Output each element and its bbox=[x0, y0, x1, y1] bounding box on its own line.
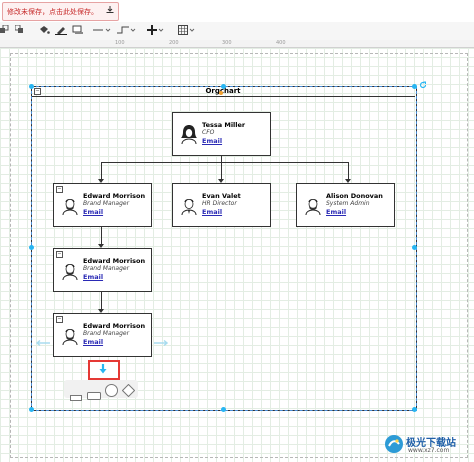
resize-handle[interactable] bbox=[221, 407, 226, 412]
top-bar: 修改未保存，点击此处保存。 bbox=[0, 0, 474, 22]
male-avatar-icon bbox=[305, 199, 321, 216]
male-avatar-icon bbox=[62, 264, 78, 281]
card-name: Edward Morrison bbox=[83, 257, 146, 265]
download-icon[interactable] bbox=[106, 3, 114, 20]
card-role: Brand Manager bbox=[83, 330, 130, 337]
rotate-icon[interactable] bbox=[419, 74, 427, 89]
card-role: HR Director bbox=[202, 200, 237, 207]
ruler-tick: 300 bbox=[222, 40, 232, 46]
watermark-url: www.xz7.com bbox=[408, 447, 450, 454]
card-name: Evan Valet bbox=[202, 192, 241, 200]
insert-icon[interactable] bbox=[147, 25, 165, 37]
card-email-link[interactable]: Email bbox=[202, 208, 222, 216]
rounded-rectangle-icon[interactable] bbox=[87, 385, 101, 400]
card-name: Alison Donovan bbox=[326, 192, 383, 200]
card-role: Brand Manager bbox=[83, 265, 130, 272]
ruler-tick: 400 bbox=[276, 40, 286, 46]
site-watermark: 极光下载站 www.xz7.com bbox=[384, 432, 472, 458]
unsaved-notice-text: 修改未保存，点击此处保存。 bbox=[7, 8, 98, 16]
left-arrow-hint-icon[interactable] bbox=[35, 331, 50, 347]
card-email-link[interactable]: Email bbox=[83, 338, 103, 346]
male-avatar-icon bbox=[181, 199, 197, 216]
line-color-icon[interactable] bbox=[55, 25, 67, 37]
brand-logo-icon bbox=[385, 435, 403, 453]
quick-shape-picker bbox=[64, 380, 138, 401]
collapse-toggle[interactable]: − bbox=[56, 186, 63, 193]
org-card-edward-morrison-2[interactable]: − Edward Morrison Brand Manager Email bbox=[53, 248, 152, 292]
diamond-icon[interactable] bbox=[121, 382, 136, 398]
card-email-link[interactable]: Email bbox=[83, 273, 103, 281]
connection-icon[interactable] bbox=[93, 25, 111, 37]
card-role: Brand Manager bbox=[83, 200, 130, 207]
resize-handle[interactable] bbox=[221, 84, 226, 89]
org-card-alison-donovan[interactable]: Alison Donovan System Admin Email bbox=[296, 183, 395, 227]
add-child-arrow-button[interactable] bbox=[88, 360, 120, 380]
resize-handle[interactable] bbox=[29, 245, 34, 250]
female-avatar-icon bbox=[181, 125, 197, 145]
ruler-tick: 200 bbox=[169, 40, 179, 46]
connector[interactable] bbox=[221, 162, 222, 179]
collapse-toggle[interactable]: − bbox=[56, 316, 63, 323]
org-card-tessa-miller[interactable]: Tessa Miller CFO Email bbox=[172, 112, 271, 156]
connector[interactable] bbox=[348, 162, 349, 179]
collapse-toggle[interactable]: − bbox=[56, 251, 63, 258]
resize-handle[interactable] bbox=[412, 407, 417, 412]
horizontal-ruler: 100 200 300 400 bbox=[0, 40, 474, 48]
resize-handle[interactable] bbox=[412, 84, 417, 89]
unsaved-changes-notice[interactable]: 修改未保存，点击此处保存。 bbox=[2, 2, 120, 21]
format-toolbar bbox=[0, 22, 474, 41]
card-email-link[interactable]: Email bbox=[326, 208, 346, 216]
connector[interactable] bbox=[101, 292, 102, 309]
rectangle-icon[interactable] bbox=[70, 386, 82, 401]
right-arrow-hint-icon[interactable] bbox=[154, 331, 169, 347]
waypoints-icon[interactable] bbox=[117, 25, 137, 37]
card-email-link[interactable]: Email bbox=[83, 208, 103, 216]
to-back-icon[interactable] bbox=[0, 24, 10, 37]
male-avatar-icon bbox=[62, 199, 78, 216]
connector[interactable] bbox=[101, 227, 102, 244]
card-role: System Admin bbox=[326, 200, 370, 207]
shadow-icon[interactable] bbox=[72, 25, 84, 37]
card-name: Edward Morrison bbox=[83, 192, 146, 200]
connector[interactable] bbox=[101, 162, 102, 179]
circle-icon[interactable] bbox=[105, 382, 118, 397]
org-card-edward-morrison[interactable]: − Edward Morrison Brand Manager Email bbox=[53, 183, 152, 227]
card-role: CFO bbox=[202, 129, 215, 136]
resize-handle[interactable] bbox=[29, 84, 34, 89]
org-card-evan-valet[interactable]: Evan Valet HR Director Email bbox=[172, 183, 271, 227]
org-card-edward-morrison-3[interactable]: − Edward Morrison Brand Manager Email bbox=[53, 313, 152, 357]
down-arrow-icon bbox=[99, 364, 107, 374]
connector[interactable] bbox=[101, 162, 349, 163]
male-avatar-icon bbox=[62, 329, 78, 346]
resize-handle[interactable] bbox=[412, 245, 417, 250]
connection-point[interactable] bbox=[219, 91, 223, 95]
resize-handle[interactable] bbox=[29, 407, 34, 412]
ruler-tick: 100 bbox=[115, 40, 125, 46]
card-email-link[interactable]: Email bbox=[202, 137, 222, 145]
to-front-icon[interactable] bbox=[14, 24, 25, 37]
card-name: Tessa Miller bbox=[202, 121, 246, 129]
table-icon[interactable] bbox=[178, 25, 196, 37]
fill-icon[interactable] bbox=[38, 25, 50, 37]
card-name: Edward Morrison bbox=[83, 322, 146, 330]
